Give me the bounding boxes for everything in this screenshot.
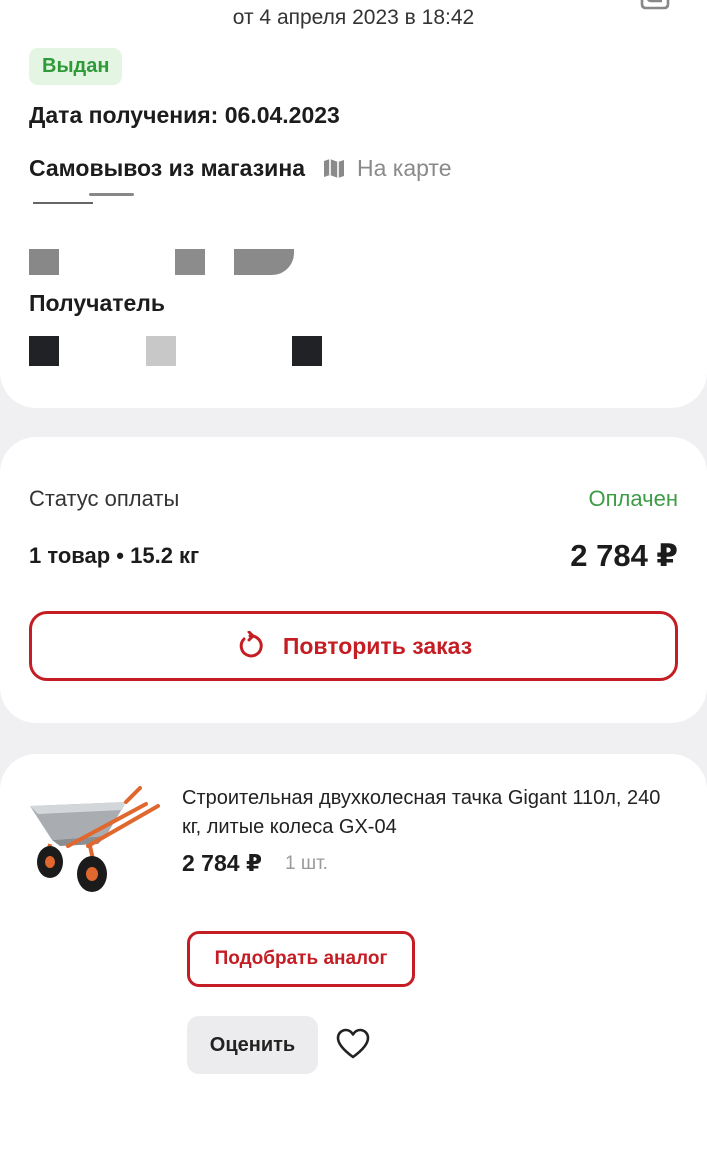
receive-date: Дата получения: 06.04.2023	[29, 102, 340, 128]
product-title[interactable]: Строительная двухколесная тачка Gigant 1…	[182, 784, 682, 842]
map-link[interactable]: На карте	[357, 155, 452, 182]
product-price: 2 784 ₽	[182, 850, 262, 876]
order-total: 2 784 ₽	[570, 538, 678, 573]
order-status-badge: Выдан	[29, 48, 123, 85]
payment-status-label: Статус оплаты	[29, 486, 180, 511]
redacted-recipient	[29, 336, 329, 366]
copy-icon[interactable]	[638, 0, 672, 18]
product-quantity: 1 шт.	[285, 853, 328, 874]
payment-status-value: Оплачен	[588, 486, 678, 511]
recipient-label: Получатель	[29, 290, 166, 316]
repeat-order-button[interactable]: Повторить заказ	[29, 611, 678, 681]
heart-icon[interactable]	[336, 1028, 370, 1060]
find-analog-button[interactable]: Подобрать аналог	[187, 931, 415, 987]
refresh-icon	[239, 631, 263, 658]
rate-button[interactable]: Оценить	[187, 1016, 318, 1074]
pickup-method-label: Самовывоз из магазина	[29, 154, 305, 181]
product-image[interactable]	[28, 784, 162, 896]
redacted-address	[29, 193, 299, 283]
repeat-order-label: Повторить заказ	[282, 632, 473, 659]
order-summary: 1 товар • 15.2 кг	[29, 543, 200, 568]
order-date: от 4 апреля 2023 в 18:42	[232, 6, 475, 29]
pickup-row: Самовывоз из магазина На карте	[29, 153, 452, 183]
map-icon[interactable]	[323, 157, 345, 179]
